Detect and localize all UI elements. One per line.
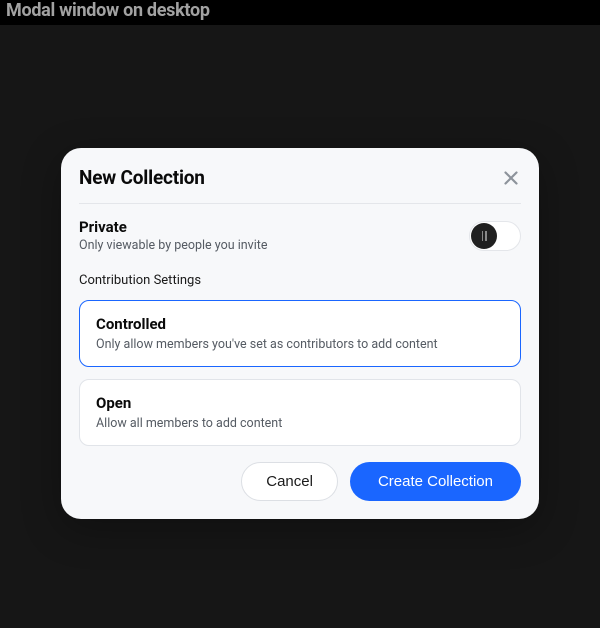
private-title: Private [79,218,268,236]
modal-title: New Collection [79,166,205,189]
private-setting-row: Private Only viewable by people you invi… [79,218,521,253]
option-open[interactable]: Open Allow all members to add content [79,379,521,446]
modal-body: Private Only viewable by people you invi… [79,204,521,501]
option-controlled-description: Only allow members you've set as contrib… [96,337,504,352]
private-description: Only viewable by people you invite [79,238,268,253]
modal-backdrop: New Collection Private Only viewable by … [0,25,600,628]
create-collection-button[interactable]: Create Collection [350,462,521,501]
close-icon [504,171,518,185]
close-button[interactable] [501,168,521,188]
modal-window: New Collection Private Only viewable by … [61,148,539,519]
cancel-button[interactable]: Cancel [241,462,338,501]
modal-header: New Collection [79,166,521,204]
page-header: Modal window on desktop [0,0,600,25]
option-open-description: Allow all members to add content [96,416,504,431]
private-text-group: Private Only viewable by people you invi… [79,218,268,253]
option-open-title: Open [96,394,504,412]
toggle-knob-icon [471,223,497,249]
page-header-text: Modal window on desktop [6,0,210,21]
private-toggle[interactable] [469,221,521,251]
option-controlled[interactable]: Controlled Only allow members you've set… [79,300,521,367]
modal-footer: Cancel Create Collection [79,462,521,501]
contribution-settings-label: Contribution Settings [79,273,521,288]
option-controlled-title: Controlled [96,315,504,333]
